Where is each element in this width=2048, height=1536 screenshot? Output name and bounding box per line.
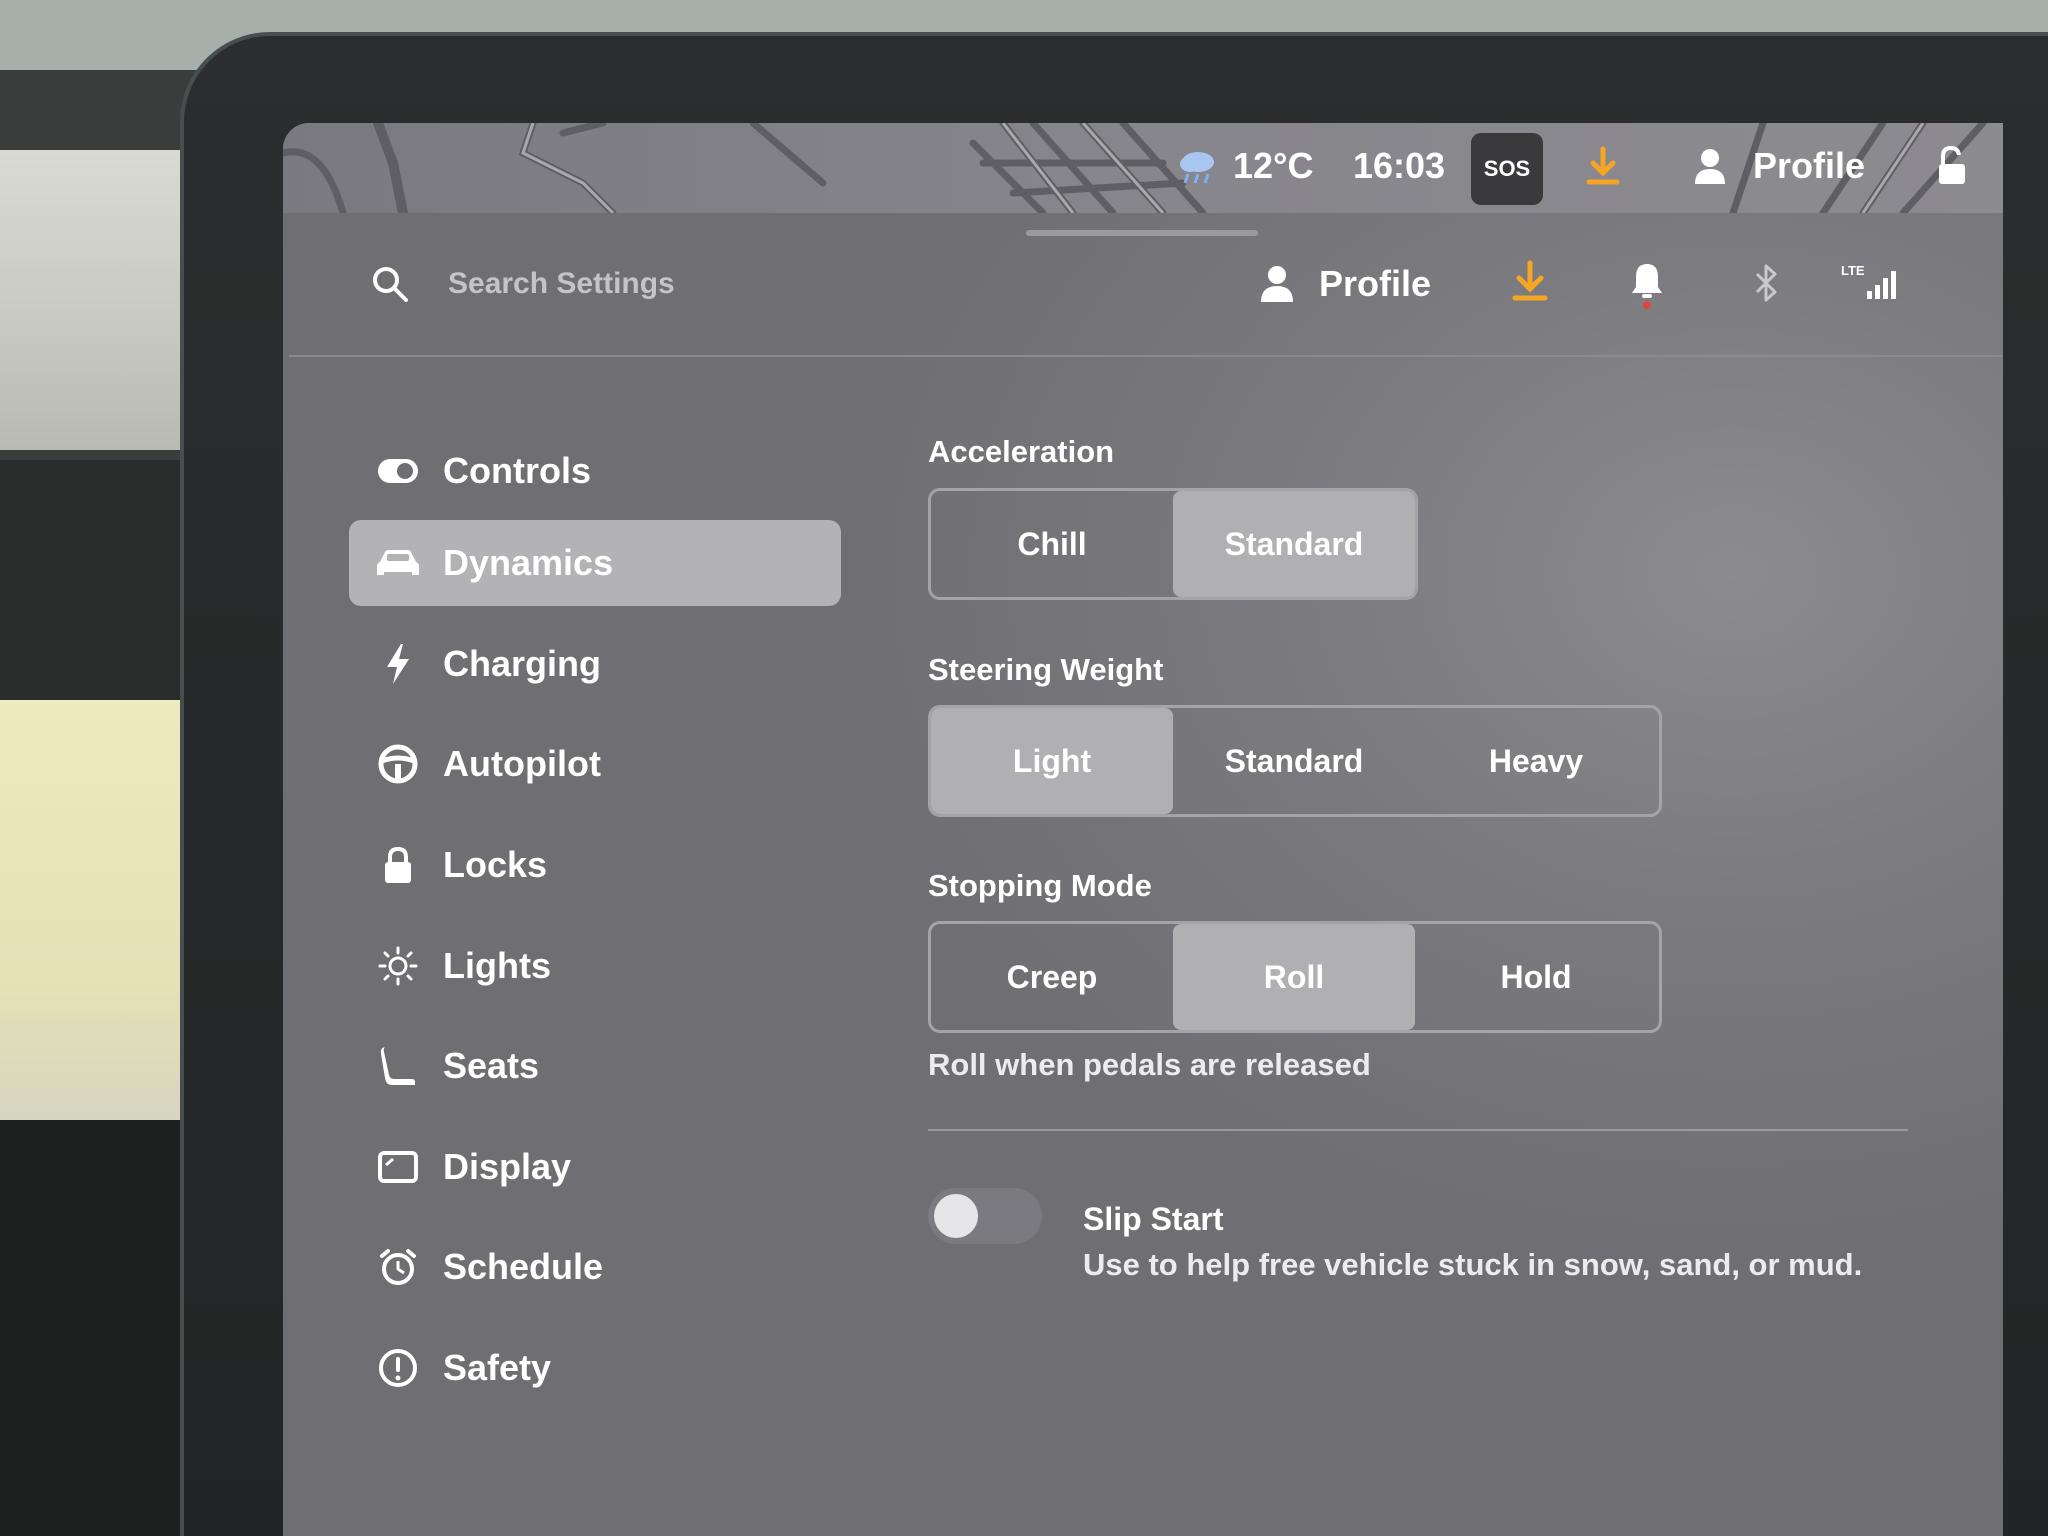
stopping-mode-title: Stopping Mode xyxy=(928,868,1152,903)
clock: 16:03 xyxy=(1353,145,1446,186)
sidebar-item-label: Schedule xyxy=(443,1246,604,1287)
steering-option-heavy[interactable]: Heavy xyxy=(1415,708,1657,814)
sidebar-item-label: Display xyxy=(443,1146,572,1187)
steering-wheel-icon xyxy=(373,739,423,789)
background-dashboard-shadow xyxy=(0,460,190,710)
sidebar-item-label: Locks xyxy=(443,844,548,885)
steering-option-light[interactable]: Light xyxy=(931,708,1173,814)
sidebar-item-schedule[interactable]: Schedule xyxy=(349,1224,841,1310)
car-icon xyxy=(373,538,423,588)
sidebar-item-safety[interactable]: Safety xyxy=(349,1325,841,1411)
stopping-option-creep[interactable]: Creep xyxy=(931,924,1173,1030)
acceleration-selector: Chill Standard xyxy=(928,488,1418,600)
display-icon xyxy=(373,1142,423,1192)
search-input[interactable]: Search Settings xyxy=(448,267,675,301)
sos-label: SOS xyxy=(1483,156,1531,181)
alert-icon xyxy=(373,1343,423,1393)
slip-start-title: Slip Start xyxy=(1083,1201,1224,1237)
download-icon[interactable] xyxy=(1511,260,1549,307)
sidebar-item-label: Lights xyxy=(443,945,551,986)
acceleration-option-standard[interactable]: Standard xyxy=(1173,491,1415,597)
steering-option-standard[interactable]: Standard xyxy=(1173,708,1415,814)
background-floor xyxy=(0,1120,190,1536)
slip-start-toggle[interactable] xyxy=(928,1188,1042,1244)
sidebar-item-label: Seats xyxy=(443,1045,540,1086)
weather-icon xyxy=(1176,141,1220,191)
sidebar-item-lights[interactable]: Lights xyxy=(349,923,841,1009)
stopping-option-roll[interactable]: Roll xyxy=(1173,924,1415,1030)
sos-button[interactable]: SOS xyxy=(1471,133,1543,205)
seat-icon xyxy=(373,1041,423,1091)
content-divider xyxy=(928,1129,1908,1131)
touchscreen: 12°C 16:03 SOS Profile Search Settings P… xyxy=(283,123,2003,1536)
sidebar-item-label: Controls xyxy=(443,450,591,491)
acceleration-option-chill[interactable]: Chill xyxy=(931,491,1173,597)
steering-weight-title: Steering Weight xyxy=(928,652,1164,687)
sidebar-item-autopilot[interactable]: Autopilot xyxy=(349,721,841,807)
stopping-option-hold[interactable]: Hold xyxy=(1415,924,1657,1030)
pull-down-handle[interactable] xyxy=(1026,230,1258,236)
network-type-label: LTE xyxy=(1841,263,1865,278)
steering-weight-selector: Light Standard Heavy xyxy=(928,705,1662,817)
lightning-icon xyxy=(373,639,423,689)
sidebar-item-label: Safety xyxy=(443,1347,552,1388)
light-icon xyxy=(373,941,423,991)
acceleration-title: Acceleration xyxy=(928,434,1115,469)
cellular-signal-icon: LTE xyxy=(1841,261,1905,306)
sidebar-item-charging-row[interactable]: Charging xyxy=(349,621,841,707)
lock-icon xyxy=(373,840,423,890)
slip-start-description: Use to help free vehicle stuck in snow, … xyxy=(1083,1247,1863,1282)
map-status-bar[interactable]: 12°C 16:03 SOS Profile xyxy=(283,123,2003,213)
sidebar-item-locks[interactable]: Locks xyxy=(349,822,841,908)
toggle-knob xyxy=(934,1194,978,1238)
stopping-mode-selector: Creep Roll Hold xyxy=(928,921,1662,1033)
sidebar-item-dynamics[interactable]: Dynamics xyxy=(349,520,841,606)
alarm-clock-icon xyxy=(373,1242,423,1292)
sidebar-item-controls[interactable]: Controls xyxy=(349,428,841,514)
background-dashboard xyxy=(0,150,190,450)
sidebar-item-label: Dynamics xyxy=(443,542,614,583)
toggle-icon xyxy=(373,446,423,496)
status-profile[interactable]: Profile xyxy=(1753,141,1865,191)
sidebar-item-display[interactable]: Display xyxy=(349,1124,841,1210)
sidebar-item-seats[interactable]: Seats xyxy=(349,1023,841,1109)
sidebar-item-label: Autopilot xyxy=(443,743,601,784)
outside-temperature: 12°C xyxy=(1233,145,1314,186)
notification-bell-icon[interactable] xyxy=(1630,261,1664,314)
bluetooth-icon[interactable] xyxy=(1752,263,1782,308)
unlock-icon[interactable] xyxy=(1933,141,1969,191)
sidebar-item-label: Charging xyxy=(443,643,601,684)
software-update-icon[interactable] xyxy=(1585,141,1621,191)
background-window-light xyxy=(0,700,190,1120)
stopping-mode-helper: Roll when pedals are released xyxy=(928,1047,1371,1082)
search-icon[interactable] xyxy=(371,265,409,308)
profile-icon[interactable] xyxy=(1259,263,1295,308)
status-profile-icon[interactable] xyxy=(1693,141,1727,191)
profile-button[interactable]: Profile xyxy=(1319,263,1431,305)
header-divider xyxy=(289,355,2003,357)
map-roads xyxy=(283,123,1987,213)
